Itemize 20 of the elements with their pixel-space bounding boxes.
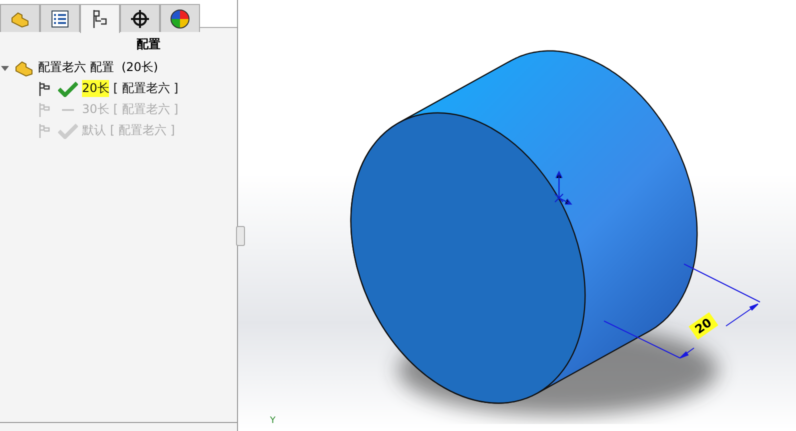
configuration-file: [ 配置老六 ] [110, 122, 175, 139]
part-icon [10, 10, 30, 28]
list-icon [51, 10, 69, 28]
configuration-icon [92, 9, 108, 29]
dimension-value[interactable]: 20 [688, 312, 718, 340]
color-wheel-icon [170, 8, 190, 28]
panel-splitter-handle[interactable] [236, 226, 245, 246]
panel-title: 配置 [136, 36, 162, 53]
axis-label: Y [270, 416, 276, 426]
tree-root-label[interactable]: 配置老六 配置 (20长) [38, 59, 158, 76]
panel-tab[interactable] [80, 4, 120, 33]
panel-tab[interactable] [120, 4, 160, 32]
panel-tab[interactable] [160, 4, 200, 32]
configuration-file: [ 配置老六 ] [113, 80, 178, 97]
part-icon [14, 58, 34, 76]
crosshair-icon [130, 8, 150, 28]
coordinate-triad-icon [554, 170, 572, 205]
panel-tab[interactable] [40, 4, 80, 32]
configuration-file: [ 配置老六 ] [113, 101, 178, 118]
configuration-name[interactable]: 20长 [82, 80, 110, 97]
